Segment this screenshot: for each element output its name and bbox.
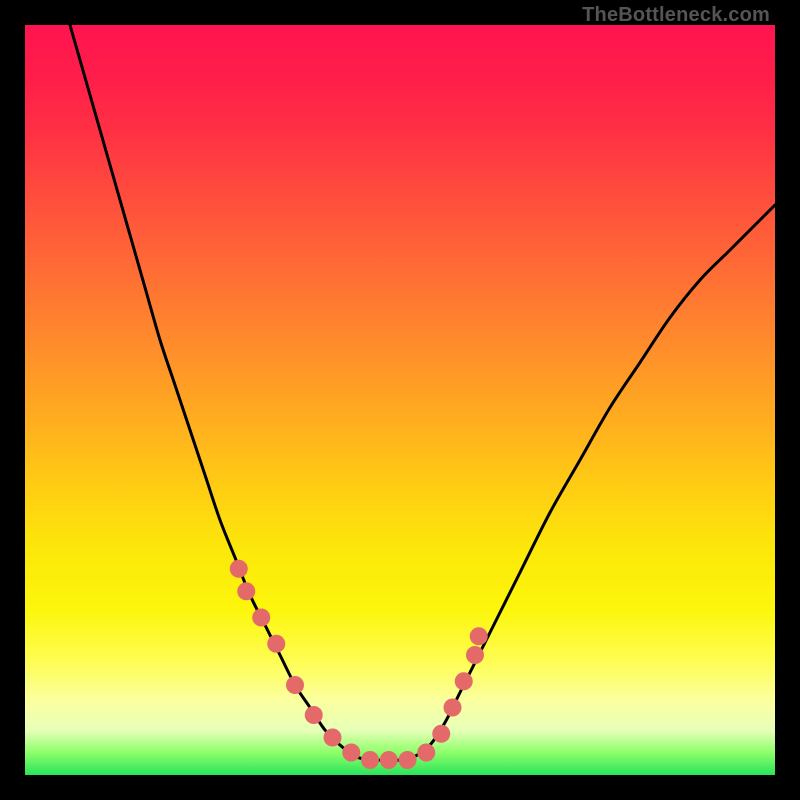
curve-marker [361,751,379,769]
curve-marker [286,676,304,694]
curve-marker [470,627,488,645]
curve-marker [380,751,398,769]
curve-marker [432,725,450,743]
curve-marker [324,729,342,747]
curve-marker [399,751,417,769]
curve-marker [252,609,270,627]
curve-marker [230,560,248,578]
attribution-label: TheBottleneck.com [582,4,770,27]
curve-markers [230,560,488,769]
curve-marker [455,672,473,690]
curve-marker [444,699,462,717]
curve-marker [417,744,435,762]
bottleneck-curve [70,25,775,760]
curve-marker [237,582,255,600]
curve-marker [342,744,360,762]
curve-marker [267,635,285,653]
curve-layer [25,25,775,775]
chart-frame: TheBottleneck.com [0,0,800,800]
plot-area [25,25,775,775]
curve-marker [305,706,323,724]
curve-marker [466,646,484,664]
